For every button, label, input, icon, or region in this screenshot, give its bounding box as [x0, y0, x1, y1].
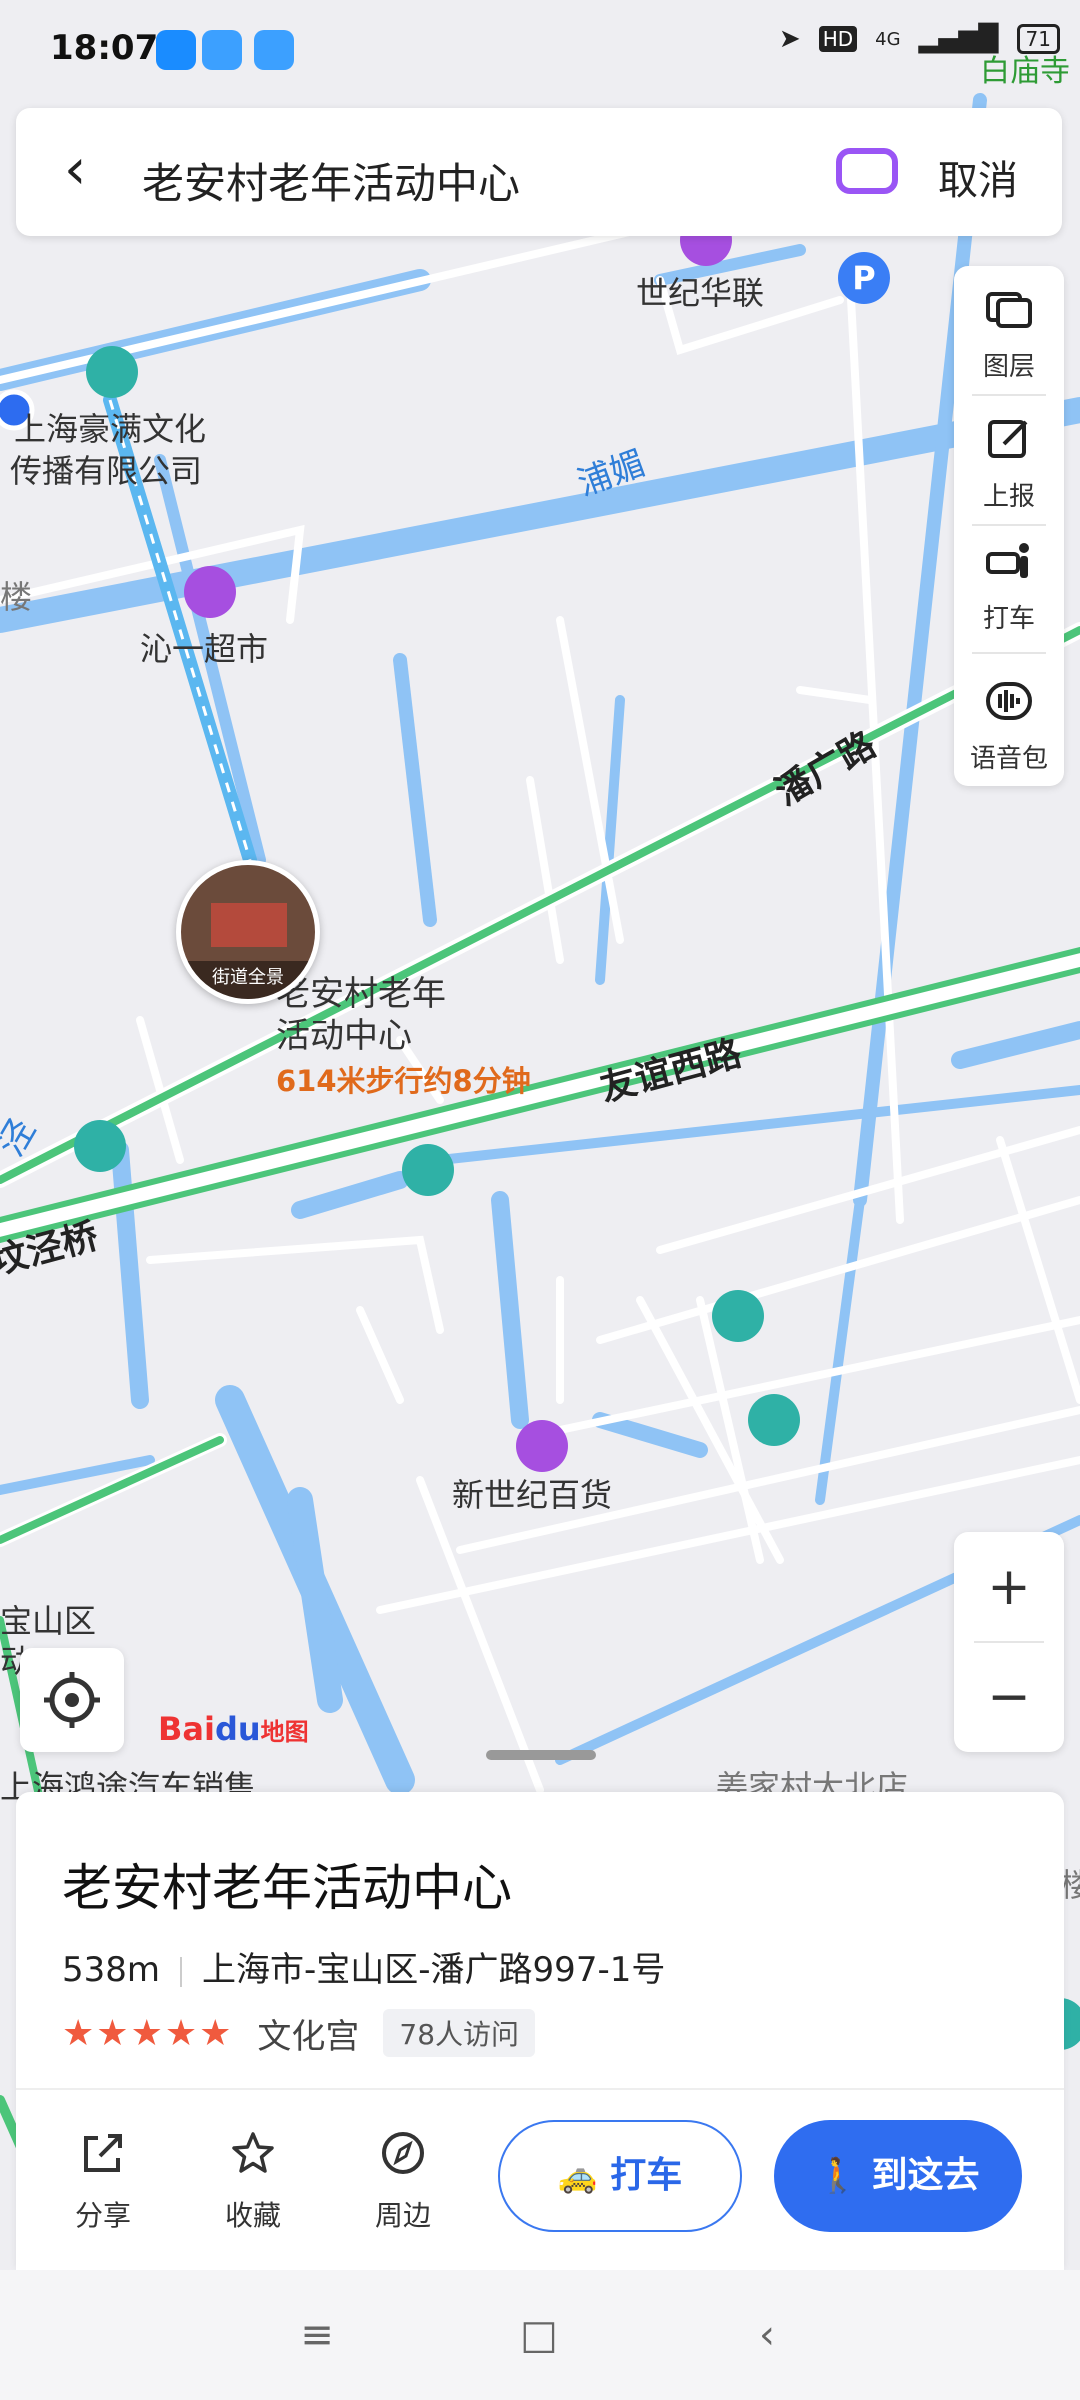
rating-star-icon: ★: [62, 2012, 95, 2054]
toilet-pin-icon[interactable]: [74, 1120, 126, 1172]
place-distance: 538m: [62, 1950, 161, 1990]
place-detail-sheet[interactable]: 老安村老年活动中心 538m 上海市-宝山区-潘广路997-1号 ★★★★★ 文化…: [16, 1792, 1064, 2270]
home-icon[interactable]: □: [514, 2310, 564, 2360]
toilet-pin-icon[interactable]: [748, 1394, 800, 1446]
street-view-thumbnail[interactable]: 街道全景: [176, 860, 320, 1004]
voice-pack-icon: [986, 682, 1032, 720]
visits-badge: 78人访问: [383, 2009, 536, 2057]
map-label-supermarket[interactable]: 沁一超市: [140, 624, 268, 670]
shop-pin-icon[interactable]: [184, 566, 236, 618]
status-bar: 18:07 ➤ HD 4G ▂▄▆█ 71: [0, 0, 1080, 100]
divider: [180, 1956, 183, 1987]
zoom-out-button[interactable]: −: [954, 1642, 1064, 1752]
star-icon: [232, 2132, 274, 2173]
battery-icon: 71: [1016, 24, 1060, 54]
taxi-button-label: 打车: [610, 2155, 683, 2196]
baidu-map-logo: Baidu地图: [158, 1710, 309, 1748]
ai-assistant-icon[interactable]: [836, 148, 898, 194]
map-label-building: 楼: [0, 578, 33, 616]
shop-pin-icon[interactable]: [516, 1420, 568, 1472]
parking-pin-icon[interactable]: P: [838, 252, 890, 304]
logo-bai: Bai: [158, 1710, 215, 1748]
signal-bars-icon: ▂▄▆█: [918, 24, 999, 54]
toilet-pin-icon[interactable]: [402, 1144, 454, 1196]
locate-me-button[interactable]: [20, 1648, 124, 1752]
logo-map: 地图: [260, 1718, 309, 1746]
walk-distance-label: 614米步行约8分钟: [276, 1064, 531, 1098]
status-indicators: ➤ HD 4G ▂▄▆█ 71: [779, 24, 1060, 54]
map-label-shijihualian[interactable]: 世纪华联: [636, 268, 764, 314]
rating-row: ★★★★★ 文化宫 78人访问: [62, 2008, 536, 2058]
nearby-button[interactable]: 周边: [348, 2112, 458, 2242]
zoom-in-button[interactable]: +: [954, 1532, 1064, 1642]
place-meta: 538m 上海市-宝山区-潘广路997-1号: [62, 1942, 665, 1991]
favorite-label: 收藏: [224, 2199, 281, 2232]
poi-pin-icon[interactable]: [86, 346, 138, 398]
rating-star-icon: ★: [164, 2012, 198, 2054]
taxi-button[interactable]: 🚕 打车: [498, 2120, 742, 2232]
go-here-button[interactable]: 🚶 到这去: [774, 2120, 1022, 2232]
network-label: HD: [818, 26, 858, 52]
taxi-icon: [986, 543, 1029, 578]
sheet-drag-handle[interactable]: [486, 1750, 596, 1760]
go-here-label: 到这去: [871, 2155, 980, 2196]
crosshair-icon: [44, 1672, 100, 1728]
divider: [972, 652, 1046, 654]
street-view-label: 街道全景: [181, 961, 315, 999]
map-label-store[interactable]: 新世纪百货: [452, 1470, 612, 1516]
menu-icon[interactable]: ≡: [292, 2310, 342, 2360]
voice-pack-label: 语音包: [969, 744, 1048, 774]
building-photo: [211, 903, 287, 947]
report-label: 上报: [982, 482, 1035, 512]
place-address: 上海市-宝山区-潘广路997-1号: [202, 1950, 666, 1990]
taxi-tool-button[interactable]: 打车: [954, 518, 1064, 646]
app-notification-icon: [156, 30, 196, 70]
divider: [16, 2088, 1064, 2090]
nearby-label: 周边: [374, 2199, 431, 2232]
taxi-button-icon: 🚕: [557, 2157, 598, 2195]
signal-label: 4G: [875, 28, 901, 50]
map-label-company-2[interactable]: 传播有限公司: [10, 446, 202, 492]
system-nav-bar: ≡ □ ‹: [0, 2270, 1080, 2400]
favorite-button[interactable]: 收藏: [198, 2112, 308, 2242]
place-category: 文化宫: [257, 2016, 360, 2057]
layers-icon: [986, 292, 1032, 328]
walking-icon: 🚶: [816, 2156, 859, 2196]
location-arrow-icon: ➤: [778, 24, 801, 54]
map-label-poi-2[interactable]: 活动中心: [276, 1008, 412, 1057]
search-query[interactable]: 老安村老年活动中心: [142, 150, 520, 211]
zoom-control: + −: [954, 1532, 1064, 1752]
place-title: 老安村老年活动中心: [62, 1859, 512, 1917]
app-notification-icon: [254, 30, 294, 70]
rating-star-icon: ★: [199, 2012, 232, 2054]
rating-star-icon: ★: [130, 2012, 163, 2054]
layers-button[interactable]: 图层: [954, 266, 1064, 394]
share-button[interactable]: 分享: [48, 2112, 158, 2242]
share-icon: [84, 2134, 122, 2172]
compass-icon: [382, 2132, 424, 2174]
voice-pack-button[interactable]: 语音包: [954, 658, 1064, 786]
share-label: 分享: [74, 2199, 131, 2232]
map-toolbar: 图层 上报 打车 语音包: [954, 266, 1064, 786]
logo-du: du: [214, 1710, 261, 1748]
taxi-tool-label: 打车: [982, 604, 1035, 634]
cancel-button[interactable]: 取消: [938, 148, 1018, 206]
rating-star-icon: ★: [96, 2012, 129, 2054]
report-button[interactable]: 上报: [954, 396, 1064, 524]
toilet-pin-icon[interactable]: [712, 1290, 764, 1342]
back-nav-icon[interactable]: ‹: [742, 2310, 792, 2360]
edit-icon: [988, 420, 1028, 458]
map-label-company-1[interactable]: 上海豪满文化: [14, 404, 206, 450]
app-notification-icon: [202, 30, 242, 70]
layers-label: 图层: [982, 352, 1035, 382]
search-bar: ‹ 老安村老年活动中心 取消: [16, 108, 1062, 236]
status-time: 18:07: [50, 28, 159, 68]
back-icon[interactable]: ‹: [64, 142, 86, 198]
rating-stars: ★★★★★: [62, 2013, 233, 2054]
